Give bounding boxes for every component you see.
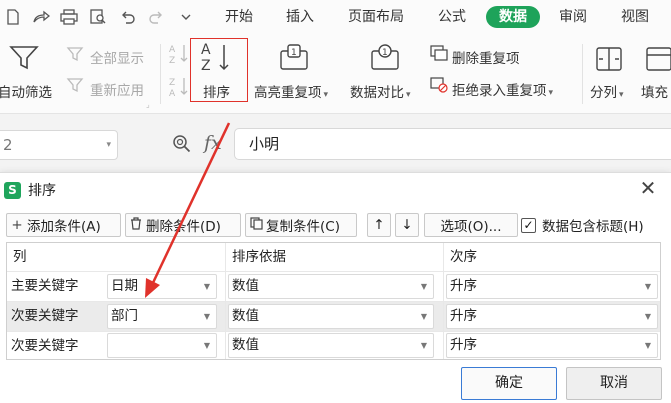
- close-icon[interactable]: ✕: [637, 178, 659, 200]
- tab-data[interactable]: 数据: [486, 6, 540, 28]
- tertiary-key-label: 次要关键字: [11, 338, 79, 354]
- zoom-lookup-icon[interactable]: [172, 134, 192, 158]
- redo-icon[interactable]: [145, 6, 167, 28]
- svg-text:1: 1: [291, 48, 297, 58]
- customize-chevron-icon[interactable]: [175, 6, 197, 28]
- name-box-dropdown-icon[interactable]: ▾: [106, 131, 111, 159]
- svg-text:Z: Z: [169, 56, 175, 66]
- plus-icon: +: [11, 217, 23, 233]
- name-box[interactable]: 2 ▾: [0, 130, 118, 160]
- svg-text:A: A: [169, 45, 176, 55]
- tab-page-layout[interactable]: 页面布局: [342, 6, 410, 28]
- tab-view[interactable]: 视图: [614, 6, 656, 28]
- options-button[interactable]: 选项(O)...: [424, 213, 518, 237]
- secondary-key-column-select[interactable]: 部门 ▼: [107, 304, 217, 329]
- dropdown-arrow-icon: ▼: [203, 312, 210, 321]
- dropdown-arrow-icon: ▼: [420, 312, 427, 321]
- primary-key-column-select[interactable]: 日期 ▼: [107, 274, 217, 299]
- dialog-title-bar: S 排序: [4, 180, 56, 200]
- copy-icon: [246, 216, 266, 234]
- svg-text:1: 1: [382, 48, 388, 58]
- secondary-key-label: 次要关键字: [11, 308, 79, 324]
- dialog-title: 排序: [28, 183, 56, 199]
- fx-icon[interactable]: fx: [204, 132, 222, 154]
- trash-icon: [126, 216, 146, 234]
- dropdown-arrow-icon: ▼: [420, 282, 427, 291]
- print-icon[interactable]: [58, 6, 80, 28]
- split-column-icon: [594, 45, 624, 77]
- svg-text:Z: Z: [169, 78, 175, 88]
- sort-ascending-small-icon[interactable]: AZ: [168, 42, 190, 70]
- move-up-arrow-icon[interactable]: ↑: [367, 213, 391, 237]
- tertiary-order-select[interactable]: 升序 ▼: [446, 333, 658, 358]
- delete-condition-button[interactable]: 删除条件(D): [125, 213, 241, 237]
- sort-conditions-grid: 列 排序依据 次序 主要关键字 日期 ▼ 数值 ▼ 升序 ▼ 次要关键字 部门 ▼ 数值…: [6, 242, 661, 360]
- formula-input[interactable]: 小明: [234, 128, 671, 160]
- fill-button[interactable]: 填充: [641, 81, 668, 101]
- column-header-column: 列: [13, 249, 27, 265]
- tab-home[interactable]: 开始: [218, 6, 260, 28]
- auto-filter-button[interactable]: 自动筛选: [0, 81, 52, 101]
- add-condition-button[interactable]: + 添加条件(A): [6, 213, 121, 237]
- ribbon-separator: [582, 44, 583, 104]
- tab-formulas[interactable]: 公式: [431, 6, 473, 28]
- dropdown-arrow-icon: ▼: [203, 282, 210, 291]
- print-preview-icon[interactable]: [87, 6, 109, 28]
- primary-order-select[interactable]: 升序 ▼: [446, 274, 658, 299]
- fill-icon: [645, 45, 671, 77]
- dropdown-arrow-icon: ▼: [203, 341, 210, 350]
- svg-text:A: A: [169, 89, 176, 99]
- reject-duplicates-icon: [430, 77, 448, 97]
- dropdown-arrow-icon: ▼: [644, 341, 651, 350]
- column-header-order: 次序: [450, 249, 477, 265]
- has-header-checkbox[interactable]: ✓ 数据包含标题(H): [521, 215, 644, 235]
- ribbon-top-bar: 开始 插入 页面布局 公式 数据 审阅 视图: [0, 0, 671, 34]
- sort-highlight-box: [190, 38, 248, 102]
- ok-button[interactable]: 确定: [461, 367, 557, 400]
- data-compare-icon: 1: [369, 43, 401, 77]
- remove-duplicates-icon: [430, 45, 448, 65]
- dropdown-arrow-icon: ▼: [420, 341, 427, 350]
- reapply-funnel-icon: [66, 77, 86, 97]
- wps-sheet-icon: S: [4, 181, 21, 199]
- copy-condition-button[interactable]: 复制条件(C): [245, 213, 357, 237]
- column-header-sort-by: 排序依据: [232, 249, 286, 265]
- remove-duplicates-button[interactable]: 删除重复项: [452, 47, 520, 67]
- tab-review[interactable]: 审阅: [552, 6, 594, 28]
- funnel-icon: [8, 44, 40, 76]
- secondary-order-select[interactable]: 升序 ▼: [446, 304, 658, 329]
- split-column-button[interactable]: 分列 ▾: [590, 81, 624, 101]
- dropdown-arrow-icon: ▼: [644, 282, 651, 291]
- checkmark-icon[interactable]: ✓: [521, 217, 536, 233]
- show-all-button[interactable]: 全部显示: [90, 47, 144, 67]
- primary-sort-basis-select[interactable]: 数值 ▼: [228, 274, 434, 299]
- cancel-button[interactable]: 取消: [566, 367, 662, 400]
- move-down-arrow-icon[interactable]: ↓: [395, 213, 419, 237]
- data-compare-button[interactable]: 数据对比 ▾: [350, 81, 411, 101]
- secondary-sort-basis-select[interactable]: 数值 ▼: [228, 304, 434, 329]
- primary-key-label: 主要关键字: [11, 278, 79, 294]
- sort-dialog: S 排序 ✕ + 添加条件(A) 删除条件(D) 复制条件(C) ↑ ↓ 选项(O…: [0, 172, 671, 403]
- tab-insert[interactable]: 插入: [279, 6, 321, 28]
- ribbon-separator: [160, 44, 161, 104]
- undo-icon[interactable]: [117, 6, 139, 28]
- show-all-funnel-icon: [66, 46, 86, 66]
- formula-bar: 2 ▾ fx 小明: [0, 114, 671, 172]
- reject-duplicates-button[interactable]: 拒绝录入重复项 ▾: [452, 79, 553, 99]
- highlight-duplicates-icon: 1: [278, 43, 310, 77]
- reapply-button[interactable]: 重新应用: [90, 79, 144, 99]
- share-icon[interactable]: [30, 6, 52, 28]
- filter-group-launcher-icon[interactable]: ⌟: [146, 100, 150, 109]
- tertiary-sort-basis-select[interactable]: 数值 ▼: [228, 333, 434, 358]
- dropdown-arrow-icon: ▼: [644, 312, 651, 321]
- highlight-duplicates-button[interactable]: 高亮重复项 ▾: [254, 81, 328, 101]
- sort-descending-small-icon[interactable]: ZA: [168, 75, 190, 103]
- file-icon[interactable]: [2, 6, 24, 28]
- ribbon-commands: 自动筛选 全部显示 重新应用 ⌟ AZ ZA AZ 排序 1 高亮重复项 ▾ 1 …: [0, 34, 671, 114]
- tertiary-key-column-select[interactable]: ▼: [107, 333, 217, 358]
